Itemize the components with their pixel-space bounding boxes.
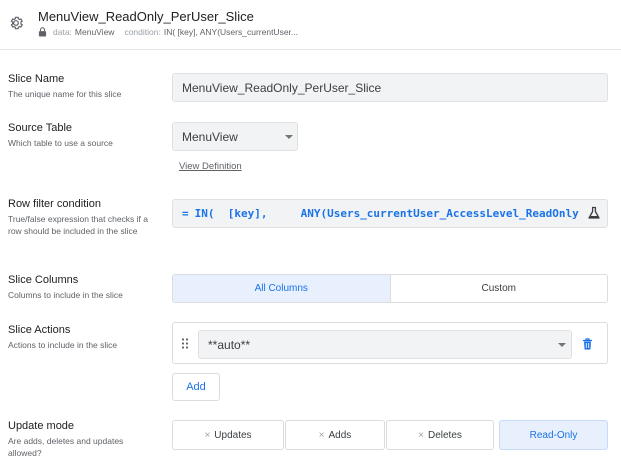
slice-header: MenuView_ReadOnly_PerUser_Slice data: Me… (0, 0, 621, 50)
close-icon: × (418, 429, 424, 441)
meta-condition-key: condition: (124, 27, 161, 37)
update-mode-description: Are adds, deletes and updates allowed? (8, 436, 124, 457)
slice-action-select[interactable]: **auto** (198, 330, 572, 359)
source-table-label-group: Source Table Which table to use a source (8, 122, 158, 149)
update-mode-option-label: Updates (214, 429, 252, 441)
close-icon: × (318, 429, 325, 441)
add-action-button[interactable]: Add (172, 373, 220, 401)
trash-icon[interactable] (582, 338, 593, 350)
update-mode-option-label: Deletes (427, 429, 462, 441)
slice-action-value: **auto** (208, 337, 251, 352)
slice-actions-label-group: Slice Actions Actions to include in the … (8, 324, 158, 351)
slice-columns-toggle: All Columns Custom (172, 274, 608, 303)
page-title: MenuView_ReadOnly_PerUser_Slice (38, 9, 254, 24)
update-mode-option-updates[interactable]: × Updates (172, 420, 284, 450)
slice-columns-label: Slice Columns (8, 274, 79, 286)
slice-action-row: **auto** (172, 322, 608, 364)
meta-data-key: data: (53, 27, 72, 37)
meta-condition-value: IN( [key], ANY(Users_currentUser... (163, 27, 298, 37)
flask-icon[interactable] (587, 206, 601, 220)
drag-handle-icon[interactable] (181, 338, 189, 349)
row-filter-label-group: Row filter condition True/false expressi… (8, 198, 158, 237)
gear-icon[interactable] (8, 15, 24, 31)
row-filter-expression: IN( [key], ANY(Users_currentUser_AccessL… (194, 207, 579, 220)
slice-columns-option-custom[interactable]: Custom (391, 275, 608, 302)
slice-actions-description: Actions to include in the slice (8, 340, 118, 350)
slice-actions-label: Slice Actions (8, 324, 71, 336)
row-filter-label: Row filter condition (8, 198, 101, 210)
meta-data-value: MenuView (74, 27, 115, 37)
expression-equals-sign: = (182, 207, 189, 220)
row-filter-description: True/false expression that checks if a r… (8, 214, 149, 236)
slice-name-label-group: Slice Name The unique name for this slic… (8, 73, 158, 100)
close-icon: × (204, 429, 211, 441)
slice-name-label: Slice Name (8, 73, 65, 85)
slice-name-description: The unique name for this slice (8, 89, 122, 99)
update-mode-label: Update mode (8, 420, 75, 432)
update-mode-option-label: Adds (328, 429, 352, 441)
update-mode-option-adds[interactable]: × Adds (285, 420, 385, 450)
slice-columns-option-all[interactable]: All Columns (173, 275, 391, 302)
chevron-down-icon (285, 135, 293, 139)
update-mode-label-group: Update mode Are adds, deletes and update… (8, 420, 158, 457)
source-table-value: MenuView (182, 129, 238, 144)
chevron-down-icon (558, 343, 566, 347)
source-table-label: Source Table (8, 122, 73, 134)
lock-icon (38, 27, 47, 37)
slice-columns-label-group: Slice Columns Columns to include in the … (8, 274, 158, 301)
slice-columns-description: Columns to include in the slice (8, 290, 123, 300)
slice-meta: data: MenuView condition: IN( [key], ANY… (38, 27, 308, 37)
source-table-description: Which table to use a source (8, 138, 113, 148)
view-definition-link[interactable]: View Definition (179, 161, 242, 172)
row-filter-expression-input[interactable]: = IN( [key], ANY(Users_currentUser_Acces… (172, 199, 608, 228)
update-mode-option-deletes[interactable]: × Deletes (386, 420, 494, 450)
source-table-select[interactable]: MenuView (172, 122, 298, 151)
slice-name-input[interactable]: MenuView_ReadOnly_PerUser_Slice (172, 73, 608, 102)
update-mode-option-read-only[interactable]: Read-Only (499, 420, 608, 450)
